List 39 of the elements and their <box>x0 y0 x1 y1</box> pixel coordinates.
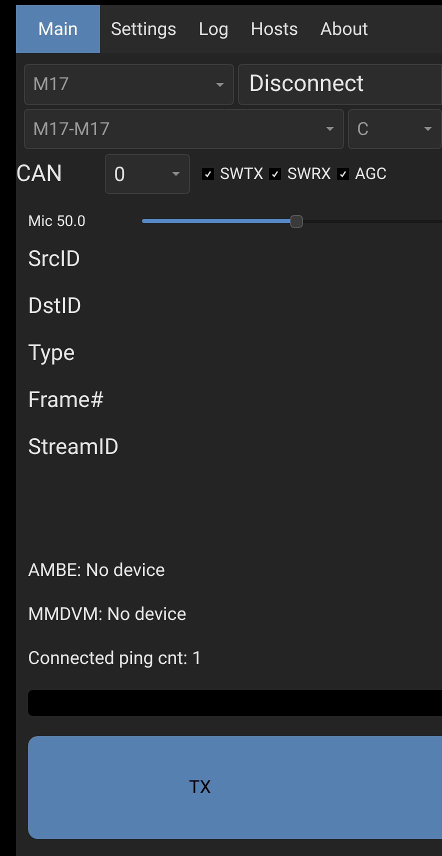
dropdown-caret-icon <box>325 126 335 132</box>
dropdown-select[interactable]: C <box>348 109 442 149</box>
checkbox-label: SWRX <box>287 163 331 185</box>
tab[interactable]: Hosts <box>240 5 310 53</box>
checkbox[interactable] <box>202 168 214 180</box>
slider-thumb[interactable] <box>290 214 303 228</box>
checkbox-option[interactable]: SWTX <box>202 162 264 186</box>
tx-button[interactable]: TX <box>28 736 442 839</box>
checkbox-option[interactable]: AGC <box>336 162 387 186</box>
checkmark-icon <box>338 170 347 178</box>
checkbox-option[interactable]: SWRX <box>269 162 331 186</box>
status-text: MMDVM: No device <box>28 603 188 627</box>
checkmark-icon <box>271 170 280 178</box>
field-label: StreamID <box>28 434 120 462</box>
dropdown-caret-icon <box>215 82 225 88</box>
status-text: AMBE: No device <box>28 559 166 583</box>
disconnect-button[interactable]: Disconnect <box>238 64 442 105</box>
field-label: Type <box>28 340 76 368</box>
status-text: Connected ping cnt: 1 <box>28 647 204 671</box>
tab[interactable]: About <box>309 5 380 53</box>
dropdown-select[interactable]: M17-M17 <box>24 109 344 149</box>
dropdown-select[interactable]: 0 <box>105 154 190 194</box>
checkbox[interactable] <box>269 168 282 180</box>
checkmark-icon <box>204 170 212 178</box>
dropdown-caret-icon <box>171 171 181 177</box>
checkbox-label: SWTX <box>220 163 264 185</box>
field-label: SrcID <box>28 246 82 274</box>
mic-slider[interactable] <box>142 214 442 228</box>
field-label: DstID <box>28 293 82 321</box>
tab[interactable]: Log <box>188 5 240 53</box>
tab[interactable]: Settings <box>100 5 188 53</box>
can-label: CAN <box>16 158 64 189</box>
dropdown-select[interactable]: M17 <box>24 64 234 105</box>
dropdown-caret-icon <box>423 126 433 132</box>
checkbox[interactable] <box>336 168 349 180</box>
field-label: Frame# <box>28 387 104 415</box>
tab[interactable]: Main <box>16 5 100 53</box>
mic-label: Mic 50.0 <box>28 210 87 232</box>
checkbox-label: AGC <box>354 163 387 185</box>
